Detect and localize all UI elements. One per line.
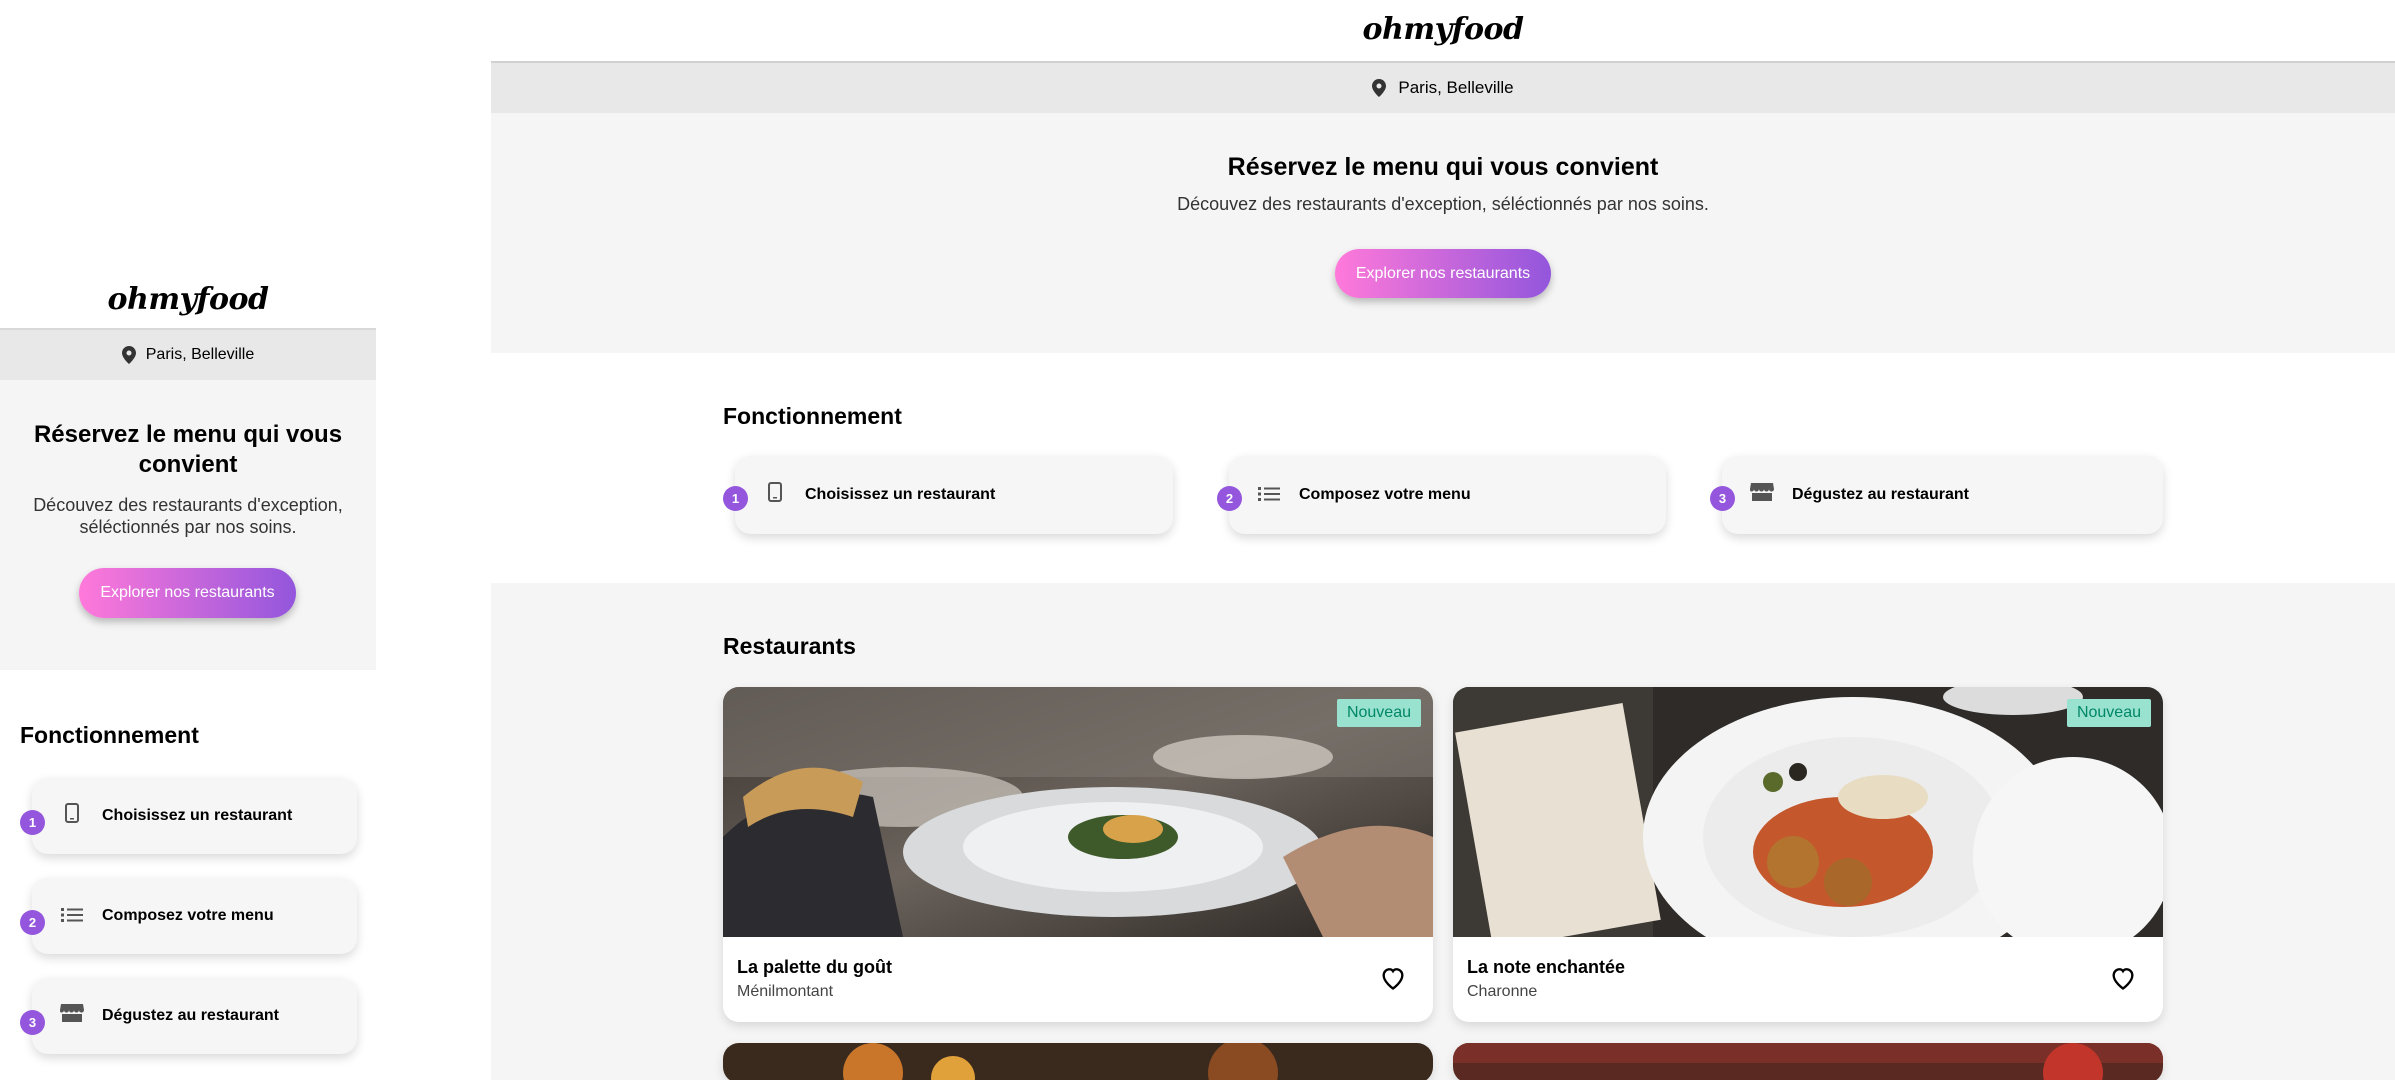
step-number: 2 xyxy=(1217,486,1242,511)
desktop-hero: Réservez le menu qui vous convient Décou… xyxy=(491,113,2395,353)
restaurant-photo[interactable] xyxy=(1453,1043,2163,1080)
step-label: Choisissez un restaurant xyxy=(102,807,293,824)
mobile-step-card-3: 3 Dégustez au restaurant xyxy=(20,978,357,1054)
mobile-explore-button[interactable]: Explorer nos restaurants xyxy=(79,568,296,618)
restaurant-card[interactable] xyxy=(723,1043,1433,1080)
restaurant-area: Ménilmontant xyxy=(737,983,834,1000)
mobile-hero-title: Réservez le menu qui vous convient xyxy=(33,421,343,478)
list-icon xyxy=(1239,482,1299,508)
desktop-explore-button[interactable]: Explorer nos restaurants xyxy=(1335,249,1551,298)
mobile-step-card-1: 1 Choisissez un restaurant xyxy=(20,778,357,854)
desktop-hero-title: Réservez le menu qui vous convient xyxy=(1227,153,1659,181)
mobile-phone-icon xyxy=(745,482,805,508)
list-icon xyxy=(42,903,102,929)
step-number: 2 xyxy=(20,910,45,935)
mobile-logo[interactable]: ohmyfood xyxy=(0,270,376,330)
desktop-step-card-1: 1 Choisissez un restaurant xyxy=(723,456,1173,534)
desktop-header: ohmyfood xyxy=(491,0,2395,63)
new-badge: Nouveau xyxy=(2066,699,2151,727)
restaurant-name: La palette du goût xyxy=(737,957,892,977)
restaurant-photo[interactable] xyxy=(1453,687,2163,937)
map-pin-icon xyxy=(1372,79,1387,97)
desktop-logo[interactable]: ohmyfood xyxy=(491,0,2395,60)
restaurant-name: La note enchantée xyxy=(1467,957,1626,977)
desktop-how-it-works: Fonctionnement 1 Choisissez un restauran… xyxy=(491,353,2395,583)
mobile-header: ohmyfood xyxy=(0,270,376,330)
restaurant-card[interactable] xyxy=(1453,1043,2163,1080)
step-label: Composez votre menu xyxy=(1299,486,1471,503)
step-label: Choisissez un restaurant xyxy=(805,486,996,503)
desktop-restaurants: Restaurants Nouveau La palette du goût M… xyxy=(491,583,2395,1080)
heart-icon[interactable] xyxy=(1379,964,1407,992)
mobile-hero: Réservez le menu qui vous convient Décou… xyxy=(0,380,376,670)
restaurant-photo[interactable] xyxy=(723,687,1433,937)
desktop-step-card-3: 3 Dégustez au restaurant xyxy=(1710,456,2163,534)
restaurant-area: Charonne xyxy=(1467,983,1538,1000)
desktop-hero-subtitle: Découvez des restaurants d'exception, sé… xyxy=(1177,194,1709,214)
desktop-view: ohmyfood Paris, Belleville Réservez le m… xyxy=(491,0,2395,1080)
new-badge: Nouveau xyxy=(1336,699,1421,727)
restaurant-card[interactable]: Nouveau La palette du goût Ménilmontant xyxy=(723,687,1433,1022)
store-icon xyxy=(1732,482,1792,508)
mobile-step-card-2: 2 Composez votre menu xyxy=(20,878,357,954)
restaurant-card[interactable]: Nouveau La note enchantée Charonne xyxy=(1453,687,2163,1022)
mobile-location-label: Paris, Belleville xyxy=(145,346,255,363)
desktop-how-it-works-title: Fonctionnement xyxy=(723,403,902,429)
desktop-step-card-2: 2 Composez votre menu xyxy=(1217,456,1666,534)
step-number: 1 xyxy=(20,810,45,835)
heart-icon[interactable] xyxy=(2109,964,2137,992)
step-label: Composez votre menu xyxy=(102,907,274,924)
map-pin-icon xyxy=(121,346,136,364)
desktop-location-bar: Paris, Belleville xyxy=(491,63,2395,113)
step-number: 3 xyxy=(20,1010,45,1035)
mobile-phone-icon xyxy=(42,803,102,829)
step-label: Dégustez au restaurant xyxy=(1792,486,1969,503)
desktop-location-label: Paris, Belleville xyxy=(1398,78,1514,97)
step-number: 1 xyxy=(723,486,748,511)
mobile-preview: ohmyfood Paris, Belleville Réservez le m… xyxy=(0,0,376,1080)
mobile-how-it-works-title: Fonctionnement xyxy=(20,722,199,748)
mobile-hero-subtitle: Découvez des restaurants d'exception, sé… xyxy=(33,495,343,537)
store-icon xyxy=(42,1003,102,1029)
restaurants-title: Restaurants xyxy=(723,633,856,659)
step-label: Dégustez au restaurant xyxy=(102,1007,279,1024)
restaurant-photo[interactable] xyxy=(723,1043,1433,1080)
step-number: 3 xyxy=(1710,486,1735,511)
mobile-location-bar: Paris, Belleville xyxy=(0,330,376,380)
